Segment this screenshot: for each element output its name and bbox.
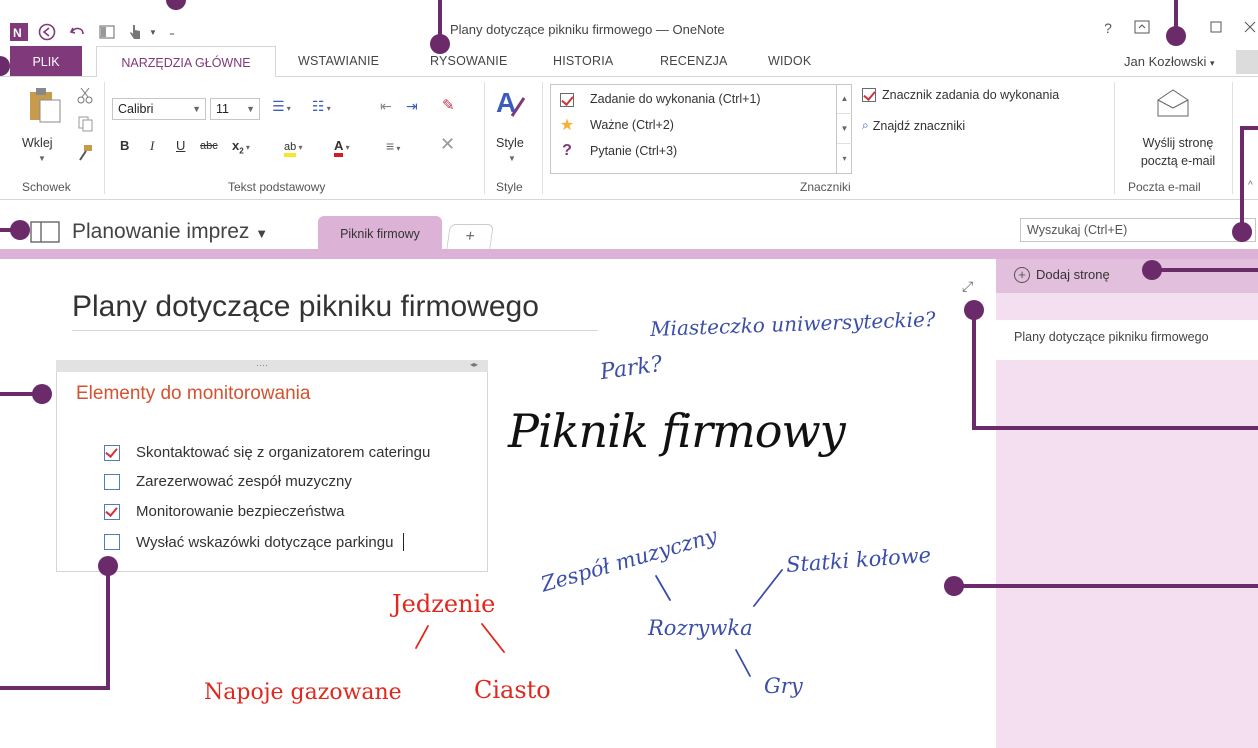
callout-lines	[0, 0, 1258, 690]
callout-dot	[1166, 26, 1186, 46]
callout-dot	[1232, 222, 1252, 242]
callout-dot	[10, 220, 30, 240]
callout-dot	[964, 300, 984, 320]
callout-dot	[1142, 260, 1162, 280]
callout-dot	[98, 556, 118, 576]
callout-dot	[944, 576, 964, 596]
callout-dot	[430, 34, 450, 54]
callout-dot	[32, 384, 52, 404]
tab-home[interactable]: NARZĘDZIA GŁÓWNE	[96, 46, 276, 77]
